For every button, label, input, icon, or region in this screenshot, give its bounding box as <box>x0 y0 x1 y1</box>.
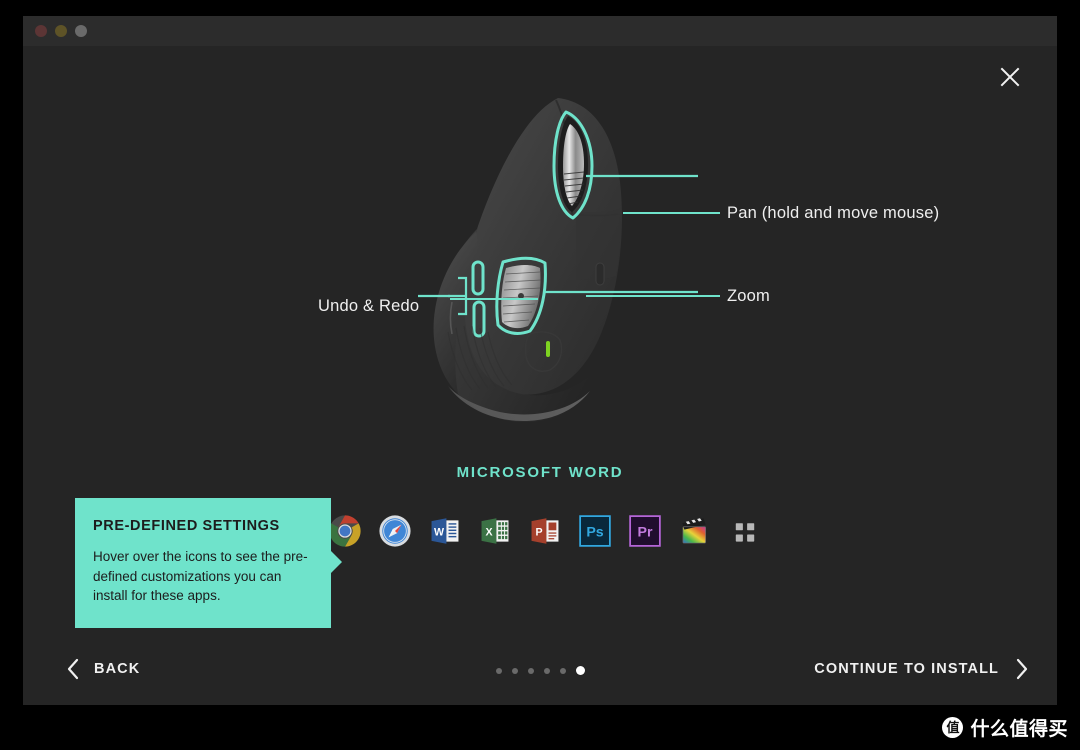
finalcut-icon <box>678 514 712 548</box>
callout-label-undo: Undo & Redo <box>318 297 420 315</box>
footer-bar: BACK CONTINUE TO INSTALL <box>23 646 1057 705</box>
minimize-window-button[interactable] <box>55 25 67 37</box>
app-icon-more-apps[interactable] <box>728 514 762 548</box>
svg-text:Ps: Ps <box>586 525 603 541</box>
app-window: logi <box>23 16 1057 705</box>
app-icon-row: W X P Ps Pr <box>328 509 798 553</box>
app-icon-word[interactable]: W <box>428 514 462 548</box>
pagination-dot[interactable] <box>511 667 518 674</box>
continue-to-install-button[interactable]: CONTINUE TO INSTALL <box>814 658 1029 680</box>
pagination-dot[interactable] <box>527 667 534 674</box>
tooltip-title: PRE-DEFINED SETTINGS <box>93 518 280 534</box>
callout-leader-undo <box>450 298 538 300</box>
tooltip-card: PRE-DEFINED SETTINGS Hover over the icon… <box>75 498 331 628</box>
premiere-icon: Pr <box>628 514 662 548</box>
app-icon-photoshop[interactable]: Ps <box>578 514 612 548</box>
selected-app-title: MICROSOFT WORD <box>456 464 624 481</box>
maximize-window-button[interactable] <box>75 25 87 37</box>
window-content: logi <box>23 46 1057 705</box>
mouse-image: logi <box>418 98 698 422</box>
app-icon-finalcut[interactable] <box>678 514 712 548</box>
callout-leader-zoom <box>586 295 720 297</box>
app-icon-safari[interactable] <box>378 514 412 548</box>
traffic-lights <box>35 25 87 37</box>
app-icon-excel[interactable]: X <box>478 514 512 548</box>
back-button-label: BACK <box>94 661 141 677</box>
chevron-right-icon <box>1015 658 1029 680</box>
pagination-dot[interactable] <box>543 667 550 674</box>
safari-icon <box>378 514 412 548</box>
chevron-left-icon <box>66 658 80 680</box>
svg-text:Pr: Pr <box>638 525 653 541</box>
grid-icon <box>728 514 762 548</box>
window-titlebar <box>23 16 1057 46</box>
watermark-text: 什么值得买 <box>970 719 1068 740</box>
tooltip-arrow <box>331 551 342 573</box>
app-icon-chrome[interactable] <box>328 514 362 548</box>
back-button[interactable]: BACK <box>66 658 140 680</box>
pagination-dot[interactable] <box>559 667 566 674</box>
tooltip-body: Hover over the icons to see the pre-defi… <box>93 549 308 603</box>
watermark: 值 什么值得买 <box>942 714 1068 741</box>
continue-button-label: CONTINUE TO INSTALL <box>814 661 999 677</box>
app-icon-powerpoint[interactable]: P <box>528 514 562 548</box>
app-icon-premiere[interactable]: Pr <box>628 514 662 548</box>
excel-icon: X <box>478 514 512 548</box>
callout-label-pan: Pan (hold and move mouse) <box>727 204 940 222</box>
svg-text:X: X <box>485 526 492 538</box>
screen: logi <box>0 0 1080 750</box>
mouse-illustration-stage: logi <box>23 86 1057 436</box>
word-icon: W <box>428 514 462 548</box>
pagination-dot-active[interactable] <box>575 666 585 675</box>
close-window-button[interactable] <box>35 25 47 37</box>
word-letter: W <box>434 526 444 538</box>
callout-leader-pan <box>623 212 720 214</box>
callout-label-zoom: Zoom <box>727 287 770 305</box>
watermark-logo: 值 <box>942 717 964 738</box>
powerpoint-icon: P <box>528 514 562 548</box>
chrome-icon <box>328 514 362 548</box>
pagination-dot[interactable] <box>495 667 502 674</box>
svg-text:P: P <box>535 526 542 538</box>
photoshop-icon: Ps <box>578 514 612 548</box>
